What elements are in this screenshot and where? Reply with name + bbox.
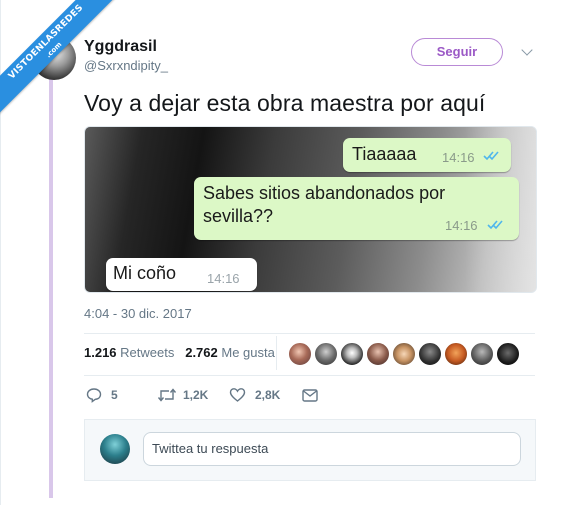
reply-icon[interactable] xyxy=(86,387,102,403)
retweets-count[interactable]: 1.216 xyxy=(84,345,117,360)
chat-message-time: 14:16 xyxy=(442,150,475,165)
divider xyxy=(84,375,535,376)
liker-avatar[interactable] xyxy=(314,342,338,366)
heart-icon[interactable] xyxy=(229,387,246,403)
engagement-stats: 1.216 Retweets 2.762 Me gusta xyxy=(84,345,275,360)
tweet-text: Voy a dejar esta obra maestra por aquí xyxy=(84,90,486,116)
current-user-avatar xyxy=(100,434,130,464)
chat-message-time: 14:16 xyxy=(445,218,478,233)
retweet-icon[interactable] xyxy=(157,387,177,403)
thread-line xyxy=(49,70,53,498)
tweet-timestamp[interactable]: 4:04 - 30 dic. 2017 xyxy=(84,306,192,321)
chat-bubble-outgoing: Tiaaaaa 14:16 xyxy=(343,138,511,172)
tweet-image[interactable]: Tiaaaaa 14:16 Sabes sitios abandonados p… xyxy=(84,126,537,293)
likes-count[interactable]: 2.762 xyxy=(185,345,218,360)
chat-message-text: Sabes sitios abandonados por xyxy=(203,183,446,203)
read-receipt-icon xyxy=(483,151,499,161)
direct-message-icon[interactable] xyxy=(302,389,318,402)
divider xyxy=(84,333,535,334)
divider xyxy=(276,336,277,370)
chat-bubble-outgoing: Sabes sitios abandonados por sevilla?? 1… xyxy=(194,177,519,240)
retweets-label[interactable]: Retweets xyxy=(120,345,174,360)
follow-button[interactable]: Seguir xyxy=(411,38,503,66)
liker-avatar[interactable] xyxy=(444,342,468,366)
like-count[interactable]: 2,8K xyxy=(255,388,280,402)
liker-avatar[interactable] xyxy=(288,342,312,366)
likes-label[interactable]: Me gusta xyxy=(221,345,274,360)
reply-input[interactable]: Twittea tu respuesta xyxy=(143,432,521,466)
liker-avatar[interactable] xyxy=(470,342,494,366)
reply-composer: Twittea tu respuesta xyxy=(84,419,536,481)
chat-message-text: Mi coño xyxy=(113,263,177,283)
reply-count[interactable]: 5 xyxy=(111,388,118,402)
liker-avatar[interactable] xyxy=(392,342,416,366)
watermark-ribbon: VISTOENLASREDES .com xyxy=(0,0,118,118)
watermark-text: VISTOENLASREDES xyxy=(6,2,86,82)
chat-message-time: 14:16 xyxy=(207,271,240,286)
chat-bubble-incoming: Mi coño 14:16 xyxy=(106,258,257,291)
read-receipt-icon xyxy=(487,220,503,230)
chat-message-text: Tiaaaaa xyxy=(352,144,417,164)
liker-avatar[interactable] xyxy=(418,342,442,366)
retweet-count[interactable]: 1,2K xyxy=(183,388,208,402)
liker-avatar[interactable] xyxy=(496,342,520,366)
liker-avatar[interactable] xyxy=(366,342,390,366)
chat-message-text: sevilla?? xyxy=(203,206,274,226)
liker-avatar[interactable] xyxy=(340,342,364,366)
